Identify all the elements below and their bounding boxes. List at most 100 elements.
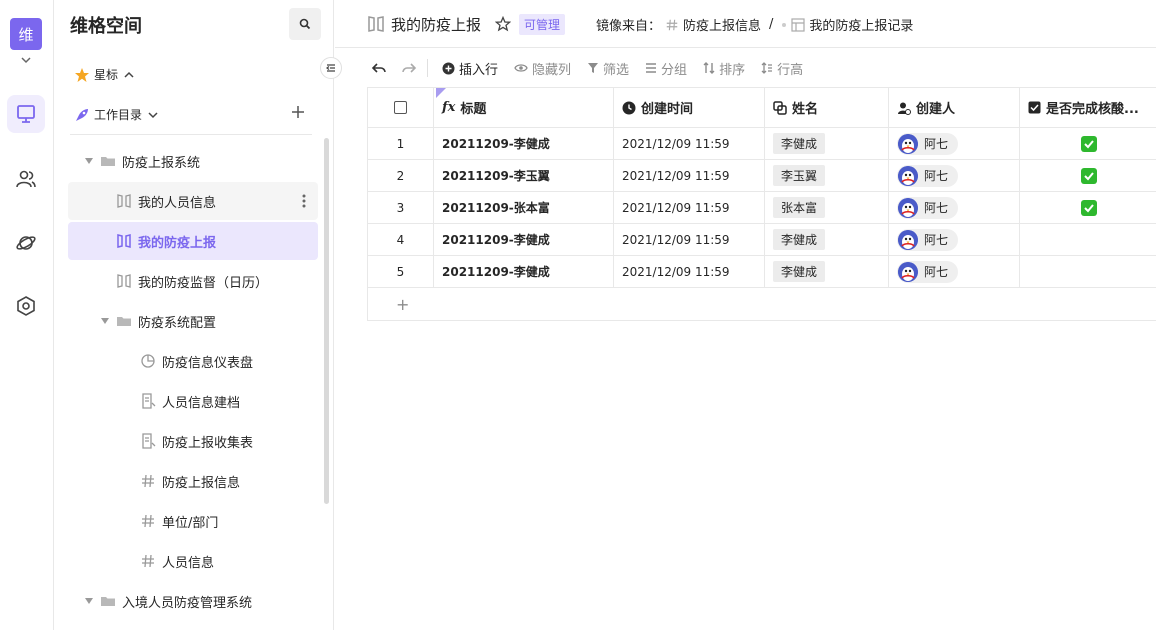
group-button[interactable]: 分组 [645,59,687,78]
creator-cell[interactable]: 阿七 [889,128,1020,159]
tree-folder[interactable]: 入境人员防疫管理系统 [68,582,318,620]
column-header-name[interactable]: 姓名 [765,88,889,127]
name-cell[interactable]: 李健成 [765,128,889,159]
add-row-button[interactable]: + [368,288,1156,320]
tree-item[interactable]: 防疫信息仪表盘 [68,342,318,380]
frozen-corner-marker [436,88,446,98]
mirror-source-link[interactable]: 防疫上报信息 [683,15,761,34]
creator-cell[interactable]: 阿七 [889,256,1020,287]
title-cell[interactable]: 20211209-李健成 [434,128,614,159]
hide-columns-button[interactable]: 隐藏列 [514,59,571,78]
mirror-view-link[interactable]: 我的防疫上报记录 [809,15,913,34]
search-button[interactable] [289,8,321,40]
tree-item[interactable]: 人员信息建档 [68,382,318,420]
planet-icon [16,236,36,250]
linked-record-tag[interactable]: 李健成 [773,133,826,154]
tree-item-selected[interactable]: 我的防疫上报 [68,222,318,260]
row-height-icon [761,62,773,74]
workdir-section-toggle[interactable]: 工作目录 [74,106,160,123]
rail-workbench-button[interactable] [7,95,45,133]
sidebar-scrollbar[interactable] [324,138,329,504]
member-chip[interactable]: 阿七 [897,164,959,187]
table-row[interactable]: 2 20211209-李玉翼 2021/12/09 11:59 李玉翼 阿七 [368,160,1156,192]
name-cell[interactable]: 张本富 [765,192,889,223]
created-time-cell[interactable]: 2021/12/09 11:59 [614,192,765,223]
more-icon[interactable] [302,193,306,209]
checked-icon[interactable] [1080,167,1097,184]
name-cell[interactable]: 李健成 [765,224,889,255]
redo-icon[interactable] [401,60,417,76]
tree-item[interactable]: 我的人员信息 [68,182,318,220]
row-number-cell[interactable]: 2 [368,160,434,191]
nucleic-test-cell[interactable] [1020,192,1156,223]
created-time-cell[interactable]: 2021/12/09 11:59 [614,160,765,191]
row-number-cell[interactable]: 5 [368,256,434,287]
created-time-cell[interactable]: 2021/12/09 11:59 [614,128,765,159]
linked-record-tag[interactable]: 李健成 [773,229,826,250]
linked-record-tag[interactable]: 张本富 [773,197,826,218]
checked-icon[interactable] [1080,199,1097,216]
rail-settings-button[interactable] [7,287,45,325]
star-section-toggle[interactable]: 星标 [74,66,136,83]
tree-item[interactable]: 防疫上报收集表 [68,422,318,460]
row-number-cell[interactable]: 1 [368,128,434,159]
column-header-label: 标题 [460,102,487,117]
rail-template-button[interactable] [7,224,45,262]
member-chip[interactable]: 阿七 [897,196,959,219]
row-height-button[interactable]: 行高 [761,59,803,78]
title-cell[interactable]: 20211209-李健成 [434,224,614,255]
column-header-title[interactable]: fx 标题 [434,88,614,127]
column-header-nucleic-test[interactable]: 是否完成核酸... [1020,88,1156,127]
filter-button[interactable]: 筛选 [587,59,629,78]
view-header: 我的防疫上报 可管理 镜像来自： 防疫上报信息 / 我的防疫上报记录 [335,0,1156,48]
tree-node-label: 防疫系统配置 [138,315,217,331]
tree-folder[interactable]: 防疫系统配置 [68,302,318,340]
row-number-cell[interactable]: 3 [368,192,434,223]
sort-button[interactable]: 排序 [703,59,745,78]
creator-cell[interactable]: 阿七 [889,160,1020,191]
tree-item[interactable]: 防疫上报信息 [68,462,318,500]
chevron-down-icon[interactable] [19,53,33,67]
linked-record-tag[interactable]: 李玉翼 [773,165,826,186]
nucleic-test-cell[interactable] [1020,256,1156,287]
table-row[interactable]: 1 20211209-李健成 2021/12/09 11:59 李健成 阿七 [368,128,1156,160]
title-cell[interactable]: 20211209-张本富 [434,192,614,223]
star-outline-icon[interactable] [495,16,511,32]
star-label: 星标 [94,68,119,82]
member-chip[interactable]: 阿七 [897,260,959,283]
space-avatar[interactable]: 维 [10,18,42,50]
rail-members-button[interactable] [7,160,45,198]
row-number-cell[interactable]: 4 [368,224,434,255]
nucleic-test-cell[interactable] [1020,128,1156,159]
undo-icon[interactable] [371,60,387,76]
check-mark-icon [1083,203,1094,212]
insert-row-button[interactable]: 插入行 [442,59,498,78]
column-header-created-time[interactable]: 创建时间 [614,88,765,127]
member-chip[interactable]: 阿七 [897,132,959,155]
select-all-cell[interactable] [368,88,434,127]
table-row[interactable]: 3 20211209-张本富 2021/12/09 11:59 张本富 阿七 [368,192,1156,224]
name-cell[interactable]: 李健成 [765,256,889,287]
created-time-cell[interactable]: 2021/12/09 11:59 [614,224,765,255]
tree-folder[interactable]: 防疫上报系统 [68,142,318,180]
creator-cell[interactable]: 阿七 [889,224,1020,255]
member-chip[interactable]: 阿七 [897,228,959,251]
column-header-creator[interactable]: 创建人 [889,88,1020,127]
tree-item[interactable]: 我的防疫监督（日历） [68,262,318,300]
table-row[interactable]: 5 20211209-李健成 2021/12/09 11:59 李健成 阿七 [368,256,1156,288]
nucleic-test-cell[interactable] [1020,160,1156,191]
created-time-cell[interactable]: 2021/12/09 11:59 [614,256,765,287]
linked-record-tag[interactable]: 李健成 [773,261,826,282]
title-cell[interactable]: 20211209-李玉翼 [434,160,614,191]
name-cell[interactable]: 李玉翼 [765,160,889,191]
table-row[interactable]: 4 20211209-李健成 2021/12/09 11:59 李健成 阿七 [368,224,1156,256]
tree-item[interactable]: 人员信息 [68,542,318,580]
creator-cell[interactable]: 阿七 [889,192,1020,223]
select-all-checkbox[interactable] [394,101,407,114]
collapse-sidebar-button[interactable] [320,57,342,79]
title-cell[interactable]: 20211209-李健成 [434,256,614,287]
tree-item[interactable]: 单位/部门 [68,502,318,540]
checked-icon[interactable] [1080,135,1097,152]
nucleic-test-cell[interactable] [1020,224,1156,255]
add-node-icon[interactable] [290,104,306,120]
